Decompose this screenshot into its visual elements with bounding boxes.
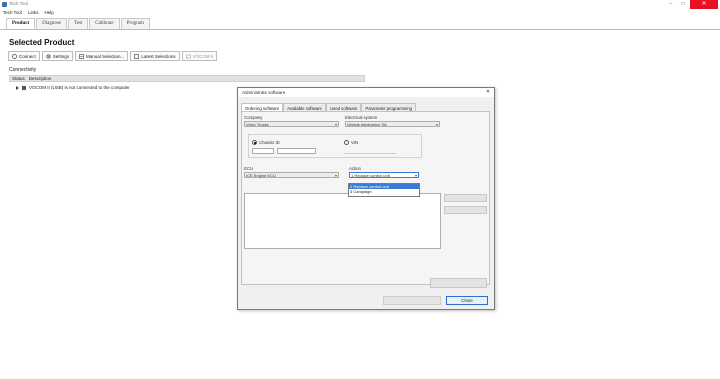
title-bar: Tech Tool – □ ✕ xyxy=(0,0,720,9)
dialog-title: Administrate software xyxy=(242,90,286,95)
chassis-id-label: Chassis ID xyxy=(259,140,280,145)
ordered-software-list[interactable] xyxy=(244,193,441,249)
action-dropdown-list: 2 Replace control unit 3 Campaign xyxy=(348,183,420,197)
tab-calibrate[interactable]: Calibrate xyxy=(89,18,120,29)
action-value: 1 Replace control unit xyxy=(351,173,390,178)
settings-label: Settings xyxy=(52,53,70,59)
minimize-button[interactable]: – xyxy=(666,1,676,8)
dialog-close-icon[interactable]: ✕ xyxy=(484,89,492,96)
electrical-system-label: Electrical system xyxy=(345,115,378,120)
vocom-label: VOCOM II xyxy=(192,53,214,59)
window-title: Tech Tool xyxy=(9,1,28,6)
status-indicator-icon xyxy=(22,85,26,90)
connect-icon xyxy=(12,53,17,59)
company-value: Volvo Trucks xyxy=(246,122,269,127)
company-select[interactable]: Volvo Trucks ▾ xyxy=(244,121,339,127)
tab-ordering-software[interactable]: Ordering software xyxy=(241,103,284,111)
close-window-button[interactable]: ✕ xyxy=(690,0,718,9)
app-icon xyxy=(2,2,7,7)
side-button-2[interactable] xyxy=(444,206,487,214)
vin-field-line xyxy=(344,153,396,154)
manual-selection-label: Manual Selection... xyxy=(86,53,125,59)
dialog-title-bar: Administrate software ✕ xyxy=(238,88,494,97)
chevron-down-icon: ▾ xyxy=(435,122,438,127)
latest-selections-label: Latest Selections xyxy=(141,53,176,59)
chevron-down-icon: ▾ xyxy=(334,173,337,178)
action-option-campaign[interactable]: 3 Campaign xyxy=(349,189,419,194)
administrate-software-dialog: Administrate software ✕ Ordering softwar… xyxy=(237,87,495,310)
action-label: Action xyxy=(349,166,361,171)
tab-parameter-programming[interactable]: Parameter programming xyxy=(361,103,416,111)
chassis-id-radio[interactable] xyxy=(252,140,257,145)
description-column-header: Description xyxy=(28,76,52,81)
connectivity-heading: Connectivity xyxy=(9,67,37,73)
menu-bar: Tech Tool Links Help xyxy=(0,9,720,17)
connect-button[interactable]: Connect xyxy=(8,51,40,61)
latest-selections-button[interactable]: Latest Selections xyxy=(130,51,180,61)
side-button-1[interactable] xyxy=(444,194,487,202)
tab-diagnose[interactable]: Diagnose xyxy=(36,18,68,29)
status-column-header: Status xyxy=(12,76,25,81)
vin-label: VIN xyxy=(351,140,359,145)
gear-icon xyxy=(46,53,51,59)
chassis-id-option[interactable]: Chassis ID xyxy=(252,140,280,145)
toolbar: Connect Settings Manual Selection... Lat… xyxy=(8,51,218,61)
company-label: Company xyxy=(244,115,263,120)
chassis-series-field[interactable] xyxy=(252,148,274,154)
main-tabs: Product Diagnose Test Calibrate Program xyxy=(0,18,720,30)
manual-selection-button[interactable]: Manual Selection... xyxy=(75,51,129,61)
expand-arrow-icon xyxy=(16,85,19,90)
ecu-select[interactable]: ICE Engine ECU ▾ xyxy=(244,172,339,178)
dialog-close-button[interactable]: Close xyxy=(446,296,488,305)
menu-tech-tool[interactable]: Tech Tool xyxy=(0,9,25,17)
menu-help[interactable]: Help xyxy=(41,9,56,17)
tab-program[interactable]: Program xyxy=(120,18,150,29)
menu-links[interactable]: Links xyxy=(25,9,42,17)
history-icon xyxy=(134,53,140,59)
chevron-down-icon: ▾ xyxy=(334,122,337,127)
tab-test[interactable]: Test xyxy=(68,18,89,29)
device-icon xyxy=(185,54,191,59)
identification-group xyxy=(248,134,422,158)
ecu-value: ICE Engine ECU xyxy=(246,173,276,178)
maximize-button[interactable]: □ xyxy=(678,1,688,8)
connectivity-row-text: VOCOM II (USB) is not connected to the c… xyxy=(29,85,130,90)
list-icon xyxy=(79,53,84,59)
connectivity-table-header: Status Description xyxy=(9,75,365,82)
action-select[interactable]: 1 Replace control unit ▾ xyxy=(349,172,419,178)
electrical-system-select[interactable]: Vehicle electronics '08 ▾ xyxy=(345,121,440,127)
chassis-number-field[interactable] xyxy=(277,148,316,154)
ecu-label: ECU xyxy=(244,166,254,171)
tab-used-software[interactable]: Used software xyxy=(325,103,362,111)
vin-radio[interactable] xyxy=(344,140,349,145)
vocom-button[interactable]: VOCOM II xyxy=(181,51,218,61)
tab-product[interactable]: Product xyxy=(6,18,36,29)
chevron-down-icon: ▾ xyxy=(414,173,417,178)
electrical-system-value: Vehicle electronics '08 xyxy=(347,122,387,127)
vin-option[interactable]: VIN xyxy=(344,140,358,145)
connect-label: Connect xyxy=(19,53,36,59)
middle-action-button[interactable] xyxy=(430,278,487,288)
settings-button[interactable]: Settings xyxy=(41,51,74,61)
tab-available-software[interactable]: Available software xyxy=(283,103,326,111)
bottom-action-button[interactable] xyxy=(383,296,441,305)
page-title: Selected Product xyxy=(9,38,75,47)
